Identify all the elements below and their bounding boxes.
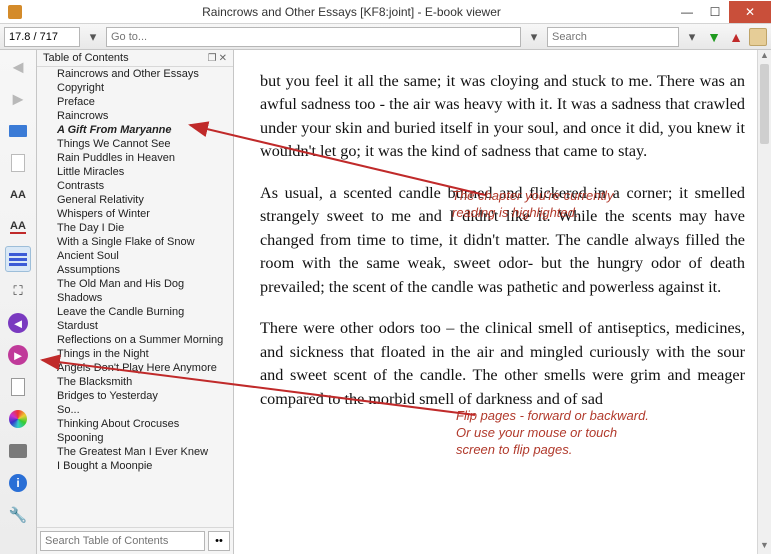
toc-item[interactable]: The Day I Die [47,221,233,235]
toc-search-input[interactable] [40,531,205,551]
toc-item[interactable]: Whispers of Winter [47,207,233,221]
library-button[interactable] [5,118,31,144]
nav-forward-button[interactable]: ► [5,86,31,112]
toc-close-icon[interactable]: ✕ [219,53,227,64]
page-input[interactable] [4,27,80,47]
theme-button[interactable] [5,406,31,432]
print-button[interactable] [5,438,31,464]
toc-item[interactable]: Reflections on a Summer Morning [47,333,233,347]
toc-mode-button[interactable]: •• [208,531,230,551]
toc-item[interactable]: Thinking About Crocuses [47,417,233,431]
preferences-button[interactable]: 🔧 [5,502,31,528]
titlebar: Raincrows and Other Essays [KF8:joint] -… [0,0,771,24]
reader-pane[interactable]: but you feel it all the same; it was clo… [234,50,771,554]
toc-item[interactable]: Rain Puddles in Heaven [47,151,233,165]
toc-item[interactable]: Ancient Soul [47,249,233,263]
toc-item[interactable]: Bridges to Yesterday [47,389,233,403]
fullscreen-button[interactable]: ⛶ [5,278,31,304]
toc-item[interactable]: Things in the Night [47,347,233,361]
toc-item[interactable]: A Gift From Maryanne [47,123,233,137]
toc-header: Table of Contents ❐ ✕ [37,50,233,67]
paragraph: There were other odors too – the clinica… [260,317,745,411]
page-dropdown[interactable]: ▾ [84,28,102,46]
toc-item[interactable]: I Bought a Moonpie [47,459,233,473]
prev-page-button[interactable]: ◄ [5,310,31,336]
toc-item[interactable]: Raincrows and Other Essays [47,67,233,81]
toc-item[interactable]: Things We Cannot See [47,137,233,151]
nav-back-button[interactable]: ◄ [5,54,31,80]
font-size-button[interactable]: AA [5,182,31,208]
close-button[interactable]: ✕ [729,1,771,23]
goto-dropdown[interactable]: ▾ [525,28,543,46]
toc-item[interactable]: Little Miracles [47,165,233,179]
bookmark-icon[interactable] [749,28,767,46]
toc-item[interactable]: The Greatest Man I Ever Knew [47,445,233,459]
goto-input[interactable] [106,27,521,47]
toc-detach-icon[interactable]: ❐ [208,53,217,64]
toc-panel: Table of Contents ❐ ✕ Raincrows and Othe… [37,50,234,554]
reference-button[interactable] [5,374,31,400]
scrollbar-thumb[interactable] [760,64,769,144]
minimize-button[interactable]: — [673,1,701,23]
maximize-button[interactable]: ☐ [701,1,729,23]
toc-item[interactable]: Spooning [47,431,233,445]
font-style-button[interactable]: AA [5,214,31,240]
toc-item[interactable]: Copyright [47,81,233,95]
toc-item[interactable]: General Relativity [47,193,233,207]
annotation-flip-pages: Flip pages - forward or backward. Or use… [456,408,649,459]
toc-item[interactable]: Assumptions [47,263,233,277]
toc-item[interactable]: Shadows [47,291,233,305]
next-page-button[interactable]: ► [5,342,31,368]
paragraph: but you feel it all the same; it was clo… [260,70,745,164]
window-title: Raincrows and Other Essays [KF8:joint] -… [30,5,673,19]
toc-item[interactable]: Stardust [47,319,233,333]
left-sidebar: ◄ ► AA AA ⛶ ◄ ► i 🔧 [0,50,37,554]
next-match-button[interactable]: ▼ [705,28,723,46]
page-layout-button[interactable] [5,150,31,176]
toc-button[interactable] [5,246,31,272]
paragraph: As usual, a scented candle burned and fl… [260,182,745,299]
toc-item[interactable]: Contrasts [47,179,233,193]
toc-list[interactable]: Raincrows and Other EssaysCopyrightPrefa… [37,67,233,527]
toc-item[interactable]: Leave the Candle Burning [47,305,233,319]
app-icon [8,5,22,19]
toc-item[interactable]: Preface [47,95,233,109]
search-input[interactable] [547,27,679,47]
toc-item[interactable]: Angels Don't Play Here Anymore [47,361,233,375]
window-controls: — ☐ ✕ [673,1,771,23]
toc-item[interactable]: The Blacksmith [47,375,233,389]
toc-item[interactable]: The Old Man and His Dog [47,277,233,291]
toc-title: Table of Contents [43,52,129,64]
toolbar: ▾ ▾ ▾ ▼ ▲ [0,24,771,50]
prev-match-button[interactable]: ▲ [727,28,745,46]
info-button[interactable]: i [5,470,31,496]
search-dropdown[interactable]: ▾ [683,28,701,46]
toc-item[interactable]: With a Single Flake of Snow [47,235,233,249]
toc-item[interactable]: Raincrows [47,109,233,123]
toc-item[interactable]: So... [47,403,233,417]
reader-scrollbar[interactable]: ▲ ▼ [757,50,771,554]
